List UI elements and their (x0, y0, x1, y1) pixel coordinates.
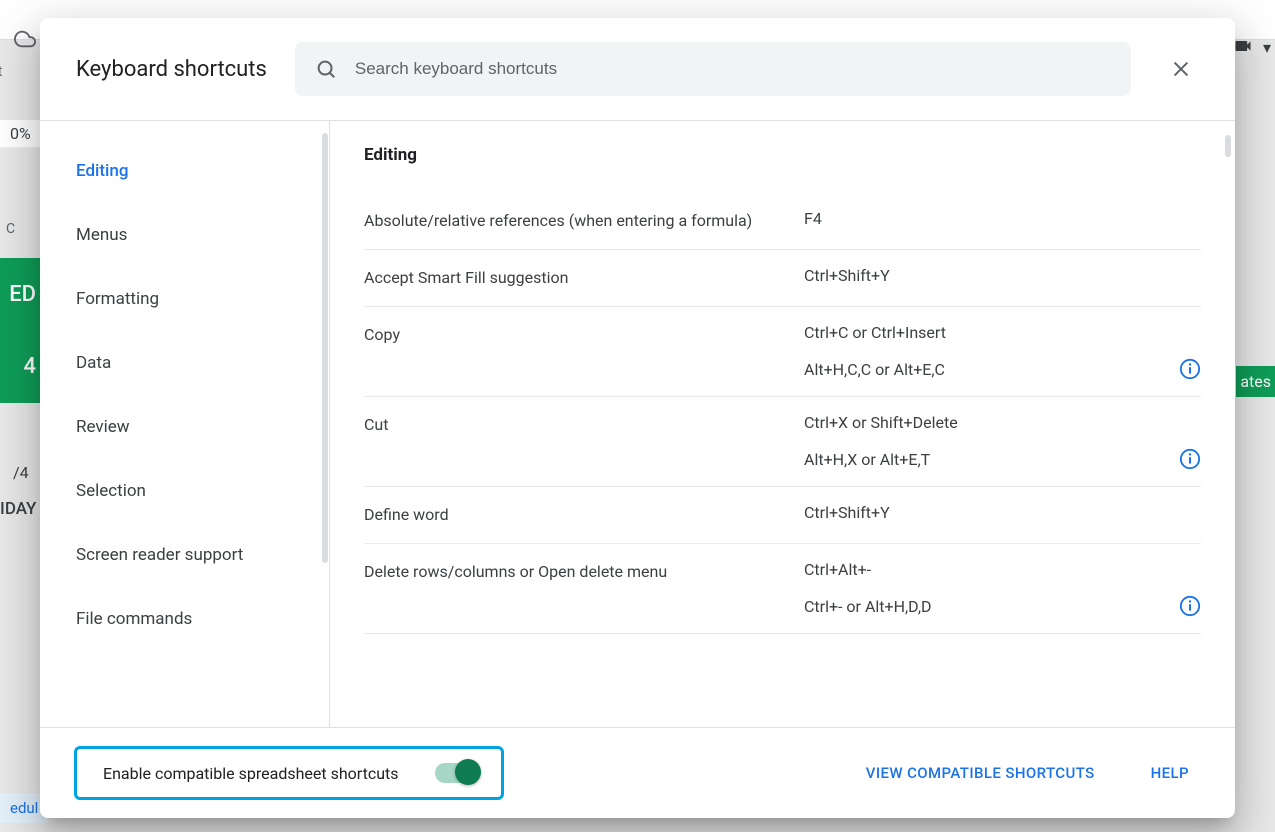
info-icon[interactable] (1179, 595, 1201, 617)
info-icon[interactable] (1179, 358, 1201, 380)
shortcut-row: Absolute/relative references (when enter… (364, 193, 1201, 250)
shortcut-row: CopyCtrl+C or Ctrl+Insert Alt+H,C,C or Al… (364, 307, 1201, 397)
dropdown-icon: ▾ (1263, 38, 1271, 57)
close-button[interactable] (1159, 47, 1203, 91)
shortcut-key: Alt+H,C,C or Alt+E,C (804, 360, 1167, 379)
shortcut-name: Define word (364, 503, 804, 527)
close-icon (1170, 58, 1192, 80)
dialog-header: Keyboard shortcuts (40, 18, 1235, 121)
sidebar-item-data[interactable]: Data (40, 331, 329, 395)
bg-frac: /4 (13, 463, 29, 482)
sidebar-item-editing[interactable]: Editing (40, 139, 329, 203)
section-title: Editing (364, 145, 1201, 165)
sidebar-item-selection[interactable]: Selection (40, 459, 329, 523)
bg-green-cell: ED 4 (0, 258, 40, 403)
shortcut-name: Absolute/relative references (when enter… (364, 209, 804, 233)
bg-zoom: 0% (0, 120, 41, 148)
toggle-knob (455, 759, 481, 785)
search-field[interactable] (295, 42, 1131, 96)
shortcut-name: Copy (364, 323, 804, 347)
shortcut-keys: F4 (804, 209, 1201, 228)
shortcut-name: Accept Smart Fill suggestion (364, 266, 804, 290)
sidebar-item-screen-reader-support[interactable]: Screen reader support (40, 523, 329, 587)
bg-day: IDAY (0, 499, 36, 519)
search-icon (315, 58, 337, 80)
shortcut-row: CutCtrl+X or Shift+Delete Alt+H,X or Alt+… (364, 397, 1201, 487)
shortcut-keys: Ctrl+Alt+- Ctrl+- or Alt+H,D,D (804, 560, 1201, 617)
shortcut-key: Alt+H,X or Alt+E,T (804, 450, 1167, 469)
dialog-body: EditingMenusFormattingDataReviewSelectio… (40, 121, 1235, 727)
content-scrollbar[interactable] (1225, 135, 1231, 157)
shortcut-keys: Ctrl+X or Shift+Delete Alt+H,X or Alt+E,T (804, 413, 1201, 470)
shortcut-keys: Ctrl+Shift+Y (804, 503, 1201, 522)
shortcut-key: Ctrl+- or Alt+H,D,D (804, 597, 1167, 616)
sidebar-item-menus[interactable]: Menus (40, 203, 329, 267)
shortcut-row: Accept Smart Fill suggestionCtrl+Shift+Y (364, 250, 1201, 307)
help-link[interactable]: HELP (1139, 756, 1201, 790)
camera-icon (1233, 36, 1253, 56)
shortcut-name: Cut (364, 413, 804, 437)
keyboard-shortcuts-dialog: Keyboard shortcuts EditingMenusFormattin… (40, 18, 1235, 818)
sidebar-item-file-commands[interactable]: File commands (40, 587, 329, 651)
search-input[interactable] (355, 59, 1111, 79)
shortcut-key: Ctrl+Shift+Y (804, 266, 1201, 285)
shortcut-name: Delete rows/columns or Open delete menu (364, 560, 804, 584)
sidebar-item-review[interactable]: Review (40, 395, 329, 459)
bg-ates: ates (1236, 366, 1275, 397)
cloud-icon (14, 28, 36, 50)
shortcut-key: Ctrl+Alt+- (804, 560, 1201, 579)
sidebar-scrollbar[interactable] (322, 133, 328, 563)
shortcut-row: Define wordCtrl+Shift+Y (364, 487, 1201, 544)
sidebar: EditingMenusFormattingDataReviewSelectio… (40, 121, 330, 727)
info-icon[interactable] (1179, 448, 1201, 470)
shortcut-keys: Ctrl+Shift+Y (804, 266, 1201, 285)
content-panel: Editing Absolute/relative references (wh… (330, 121, 1235, 727)
shortcut-key: Ctrl+Shift+Y (804, 503, 1201, 522)
shortcut-row: Delete rows/columns or Open delete menuC… (364, 544, 1201, 634)
shortcut-keys: Ctrl+C or Ctrl+Insert Alt+H,C,C or Alt+E,… (804, 323, 1201, 380)
shortcut-key: F4 (804, 209, 1201, 228)
view-compatible-shortcuts-link[interactable]: VIEW COMPATIBLE SHORTCUTS (854, 756, 1107, 790)
dialog-title: Keyboard shortcuts (76, 57, 267, 82)
sidebar-item-formatting[interactable]: Formatting (40, 267, 329, 331)
dialog-footer: Enable compatible spreadsheet shortcuts … (40, 727, 1235, 818)
compatible-shortcuts-toggle-box: Enable compatible spreadsheet shortcuts (74, 746, 504, 800)
shortcut-key: Ctrl+C or Ctrl+Insert (804, 323, 1201, 342)
bg-rt: rt (0, 62, 2, 80)
shortcut-key: Ctrl+X or Shift+Delete (804, 413, 1201, 432)
compatible-shortcuts-toggle[interactable] (435, 763, 479, 783)
bg-col-c: C (6, 221, 15, 237)
toggle-label: Enable compatible spreadsheet shortcuts (103, 764, 399, 783)
